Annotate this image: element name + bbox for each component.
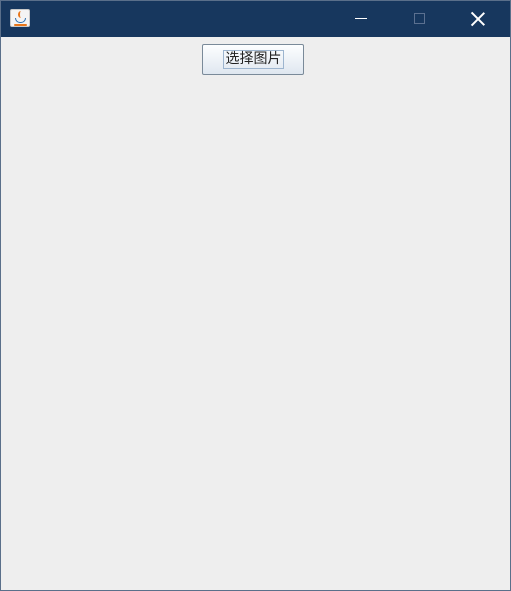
title-bar[interactable] [1, 1, 510, 37]
app-window: 选择图片 [0, 0, 511, 591]
choose-image-button[interactable]: 选择图片 [202, 44, 304, 75]
minimize-icon [355, 18, 367, 19]
content-panel: 选择图片 [1, 37, 510, 590]
close-button[interactable] [449, 1, 507, 37]
minimize-button[interactable] [333, 1, 391, 37]
maximize-button[interactable] [391, 1, 449, 37]
choose-image-button-label: 选择图片 [223, 50, 284, 69]
close-icon [471, 12, 485, 26]
java-coffee-cup-icon[interactable] [10, 9, 30, 27]
maximize-icon [414, 13, 425, 24]
